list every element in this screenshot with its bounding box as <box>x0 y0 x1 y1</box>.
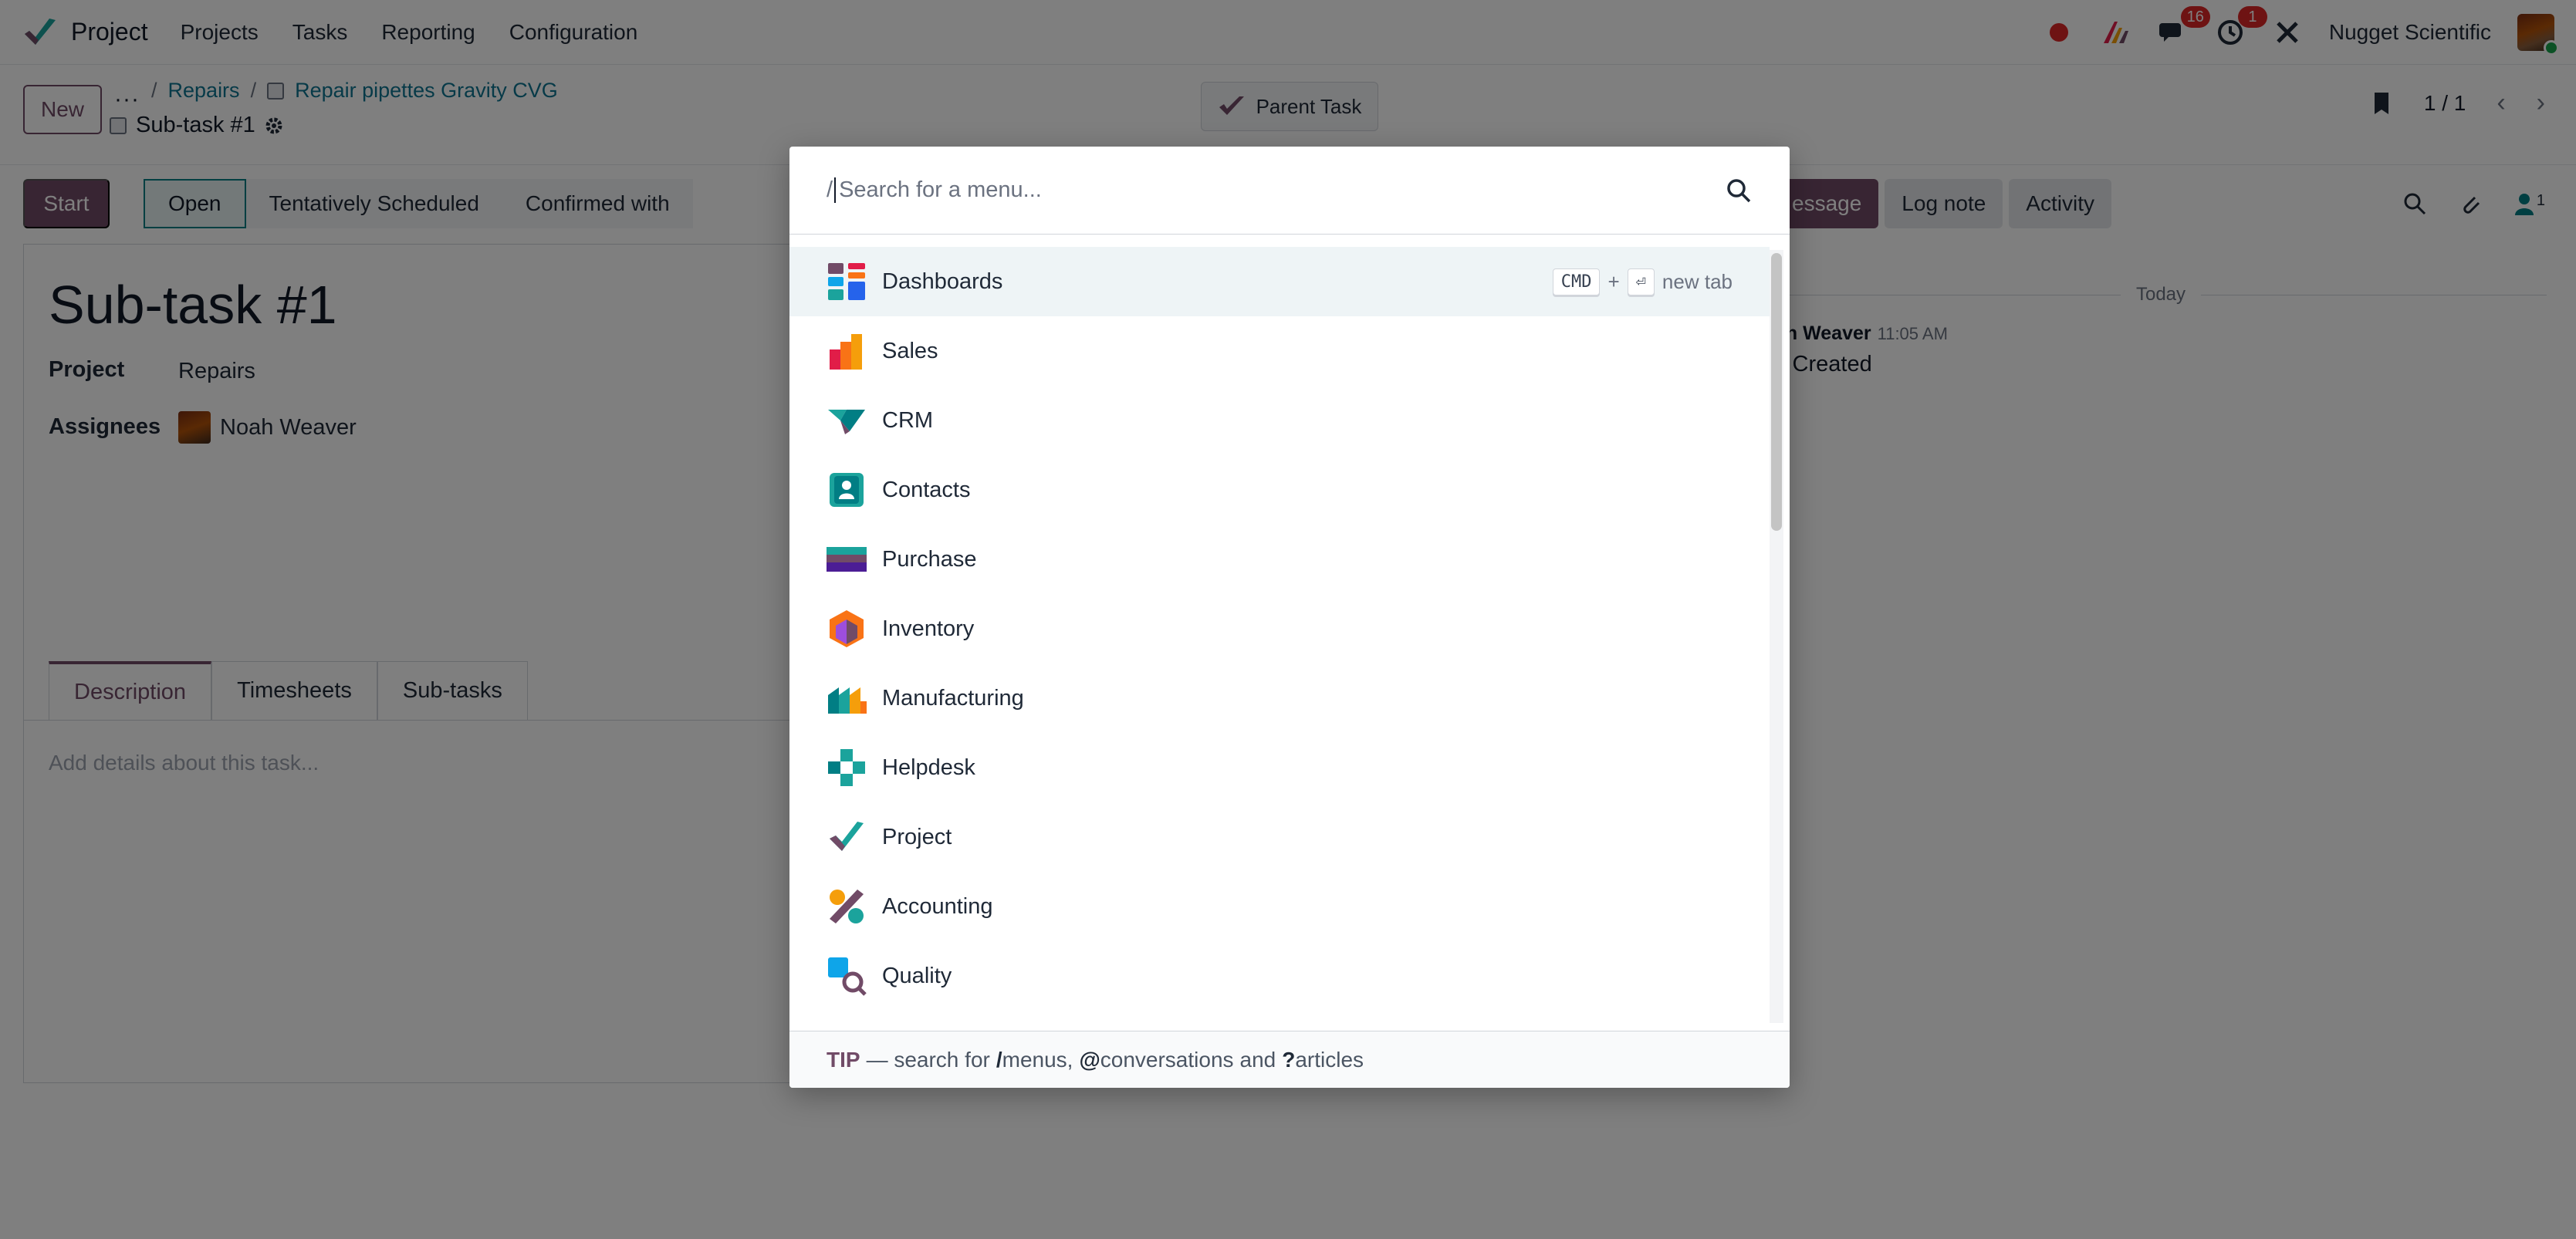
palette-item-manufacturing[interactable]: Manufacturing <box>789 663 1770 733</box>
palette-item-helpdesk[interactable]: Helpdesk <box>789 733 1770 802</box>
quality-icon <box>828 957 867 996</box>
palette-item-label: Purchase <box>882 546 977 572</box>
palette-item-label: CRM <box>882 407 934 433</box>
command-palette: / Dashboards CMD + <box>789 147 1790 1088</box>
kbd-plus: + <box>1607 269 1620 293</box>
palette-footer-tip: TIP — search for /menus, @conversations … <box>789 1031 1790 1088</box>
search-prefix: / <box>827 177 833 202</box>
palette-item-label: Inventory <box>882 616 975 641</box>
manufacturing-icon <box>828 687 867 714</box>
palette-item-label: Project <box>882 824 952 849</box>
tip-conversations: @conversations <box>1079 1047 1234 1072</box>
new-tab-hint: CMD + ⏎ new tab <box>1552 268 1733 295</box>
tip-menus: /menus, <box>996 1047 1073 1072</box>
palette-search-bar: / <box>789 147 1790 235</box>
new-tab-label: new tab <box>1662 269 1733 293</box>
helpdesk-icon <box>828 749 865 786</box>
crm-icon <box>828 410 865 434</box>
tip-articles: ?articles <box>1282 1047 1364 1072</box>
purchase-icon <box>827 547 867 572</box>
palette-item-purchase[interactable]: Purchase <box>789 525 1770 594</box>
palette-item-label: Quality <box>882 963 952 988</box>
command-search-input[interactable] <box>834 177 1725 203</box>
palette-item-crm[interactable]: CRM <box>789 386 1770 455</box>
kbd-enter: ⏎ <box>1627 268 1655 295</box>
search-icon[interactable] <box>1725 177 1753 204</box>
tip-dash: — search for <box>866 1047 990 1072</box>
contacts-icon <box>830 473 864 507</box>
palette-scrollbar-thumb[interactable] <box>1771 253 1782 531</box>
palette-item-label: Contacts <box>882 477 971 502</box>
inventory-icon <box>830 610 864 647</box>
sales-icon <box>830 334 862 370</box>
palette-item-label: Manufacturing <box>882 685 1024 711</box>
palette-item-label: Accounting <box>882 893 993 919</box>
palette-item-label: Sales <box>882 338 938 363</box>
palette-item-project[interactable]: Project <box>789 802 1770 872</box>
palette-item-label: Dashboards <box>882 268 1003 294</box>
tip-label: TIP <box>827 1047 860 1072</box>
tip-and: and <box>1239 1047 1276 1072</box>
dashboards-icon <box>828 263 865 300</box>
palette-item-contacts[interactable]: Contacts <box>789 455 1770 525</box>
kbd-cmd: CMD <box>1552 268 1601 295</box>
project-icon <box>830 822 864 851</box>
palette-item-quality[interactable]: Quality <box>789 941 1770 1011</box>
palette-item-dashboards[interactable]: Dashboards CMD + ⏎ new tab <box>789 247 1770 316</box>
palette-item-label: Helpdesk <box>882 755 975 780</box>
palette-item-inventory[interactable]: Inventory <box>789 594 1770 663</box>
palette-results: Dashboards CMD + ⏎ new tab Sales CRM Con… <box>789 247 1770 1028</box>
palette-item-sales[interactable]: Sales <box>789 316 1770 386</box>
palette-item-accounting[interactable]: Accounting <box>789 872 1770 941</box>
app-root: Project Projects Tasks Reporting Configu… <box>0 0 2576 1239</box>
accounting-icon <box>830 890 864 923</box>
